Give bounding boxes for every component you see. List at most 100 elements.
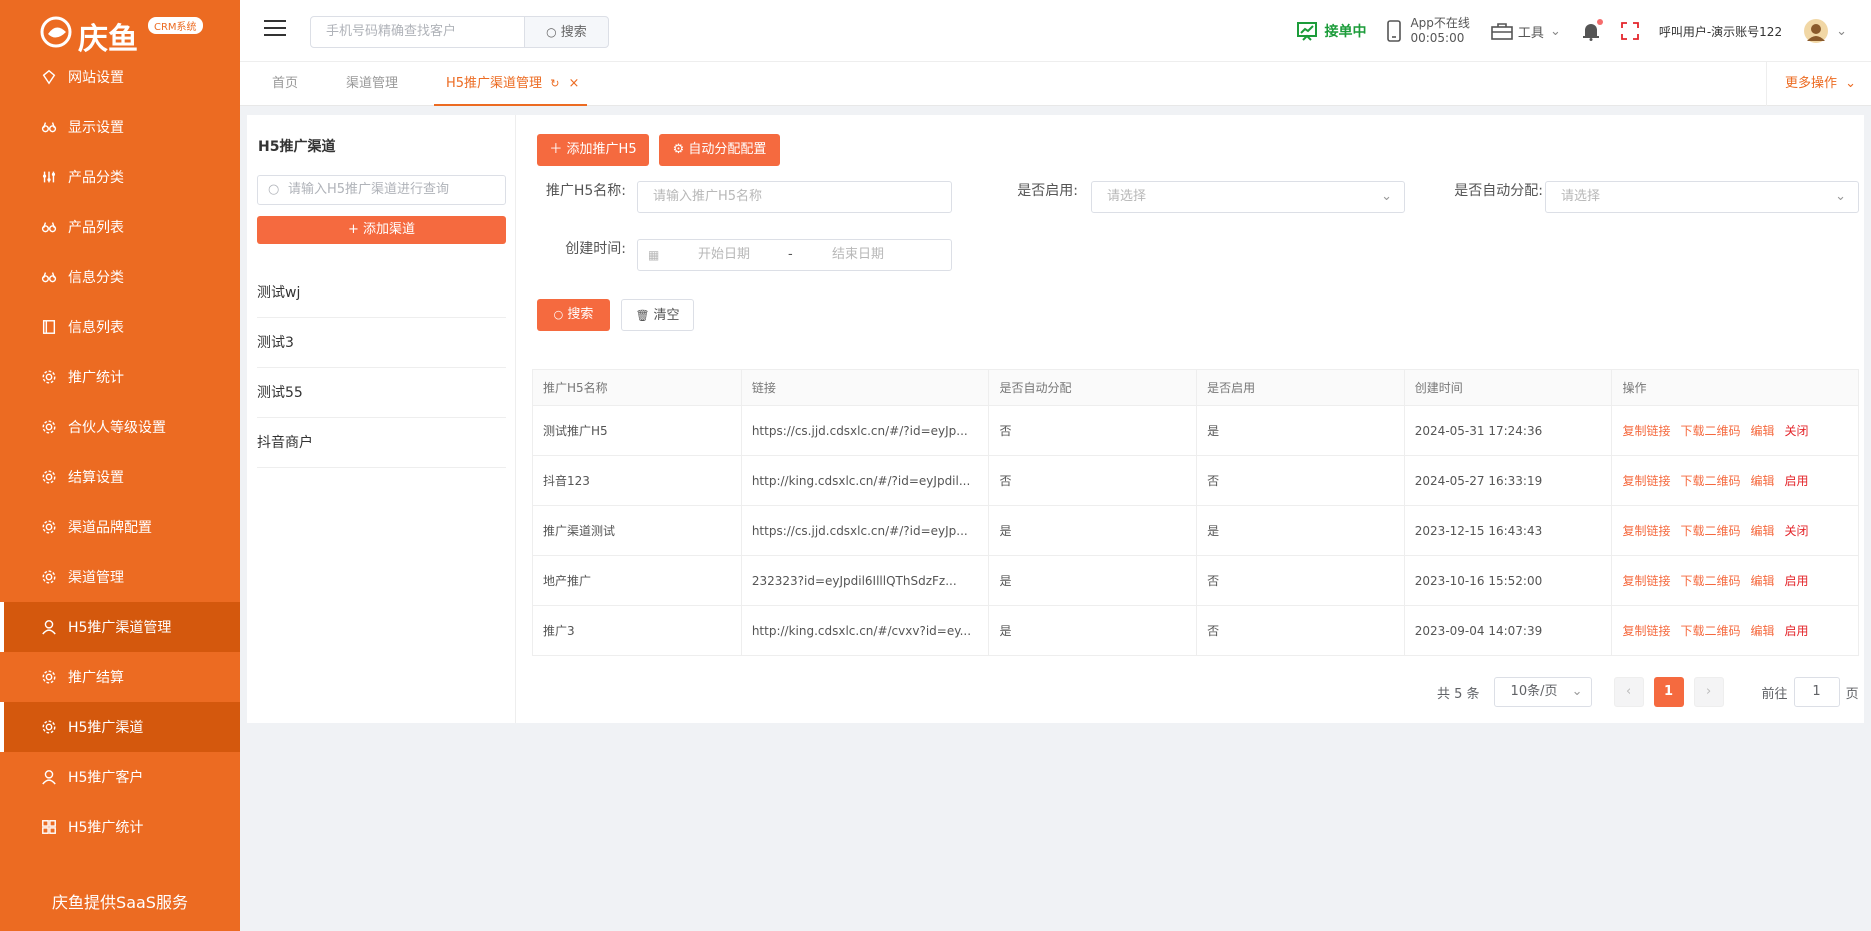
add-channel-button[interactable]: + 添加渠道 (257, 216, 506, 244)
toggle-status-button[interactable]: 启用 (1785, 474, 1809, 488)
sidebar-item[interactable]: 信息列表 (0, 302, 240, 352)
cell-created: 2023-12-15 16:43:43 (1403, 505, 1613, 556)
grid-icon (40, 818, 58, 836)
tab-h5-channel-management[interactable]: H5推广渠道管理 ↻ × (434, 62, 588, 106)
edit-button[interactable]: 编辑 (1750, 474, 1774, 488)
sidebar-item[interactable]: 网站设置 (0, 52, 240, 102)
next-page-button[interactable]: › (1693, 677, 1724, 707)
more-operations-dropdown[interactable]: 更多操作 ⌄ (1766, 62, 1871, 106)
sidebar-item-label: H5推广客户 (68, 770, 144, 786)
sidebar-item[interactable]: 产品分类 (0, 152, 240, 202)
sidebar-item-label: 合伙人等级设置 (68, 420, 166, 436)
notification-bell[interactable] (1581, 19, 1603, 41)
sidebar-item[interactable]: 渠道品牌配置 (0, 502, 240, 552)
sidebar-item[interactable]: 推广统计 (0, 352, 240, 402)
download-qr-button[interactable]: 下载二维码 (1680, 624, 1740, 638)
page-tabs: 首页 渠道管理 H5推广渠道管理 ↻ × 更多操作 ⌄ (240, 62, 1871, 106)
sidebar-item[interactable]: H5推广统计 (0, 802, 240, 852)
toggle-status-button[interactable]: 关闭 (1785, 424, 1809, 438)
channel-panel-title: H5推广渠道 (258, 139, 336, 155)
copy-link-button[interactable]: 复制链接 (1622, 524, 1670, 538)
toggle-status-button[interactable]: 启用 (1785, 624, 1809, 638)
channel-list-item[interactable]: 抖音商户 (257, 418, 506, 468)
sidebar-item[interactable]: H5推广渠道 (0, 702, 240, 752)
sidebar-item-label: 渠道管理 (68, 570, 124, 586)
add-h5-button[interactable]: ＋ 添加推广H5 (537, 134, 649, 166)
filter-search-button[interactable]: ○ 搜索 (537, 299, 610, 331)
tab-channel-management[interactable]: 渠道管理 (334, 62, 410, 106)
close-tab-icon[interactable]: × (569, 62, 580, 106)
date-range-picker[interactable]: ▦ 开始日期 - 结束日期 (637, 239, 952, 271)
toggle-status-button[interactable]: 启用 (1785, 574, 1809, 588)
auto-assign-config-button[interactable]: ⚙ 自动分配配置 (659, 134, 780, 166)
glasses-icon (40, 118, 58, 136)
sidebar-item-label: H5推广渠道 (68, 720, 144, 736)
sidebar-item[interactable]: 推广结算 (0, 652, 240, 702)
cell-name: 抖音123 (532, 455, 742, 506)
table-header-row: 推广H5名称 链接 是否自动分配 是否启用 创建时间 操作 (532, 369, 1859, 406)
download-qr-button[interactable]: 下载二维码 (1680, 474, 1740, 488)
sidebar-item[interactable]: H5推广渠道管理 (0, 602, 240, 652)
enabled-filter-select[interactable]: 请选择 ⌄ (1091, 181, 1405, 213)
sidebar-item-label: 推广结算 (68, 670, 124, 686)
sidebar-item-label: 产品分类 (68, 170, 124, 186)
enabled-filter-label: 是否启用: (1017, 183, 1078, 199)
edit-button[interactable]: 编辑 (1750, 624, 1774, 638)
copy-link-button[interactable]: 复制链接 (1622, 624, 1670, 638)
auto-filter-select[interactable]: 请选择 ⌄ (1545, 181, 1859, 213)
sidebar-item[interactable]: 合伙人等级设置 (0, 402, 240, 452)
cell-created: 2023-10-16 15:52:00 (1403, 555, 1613, 606)
download-qr-button[interactable]: 下载二维码 (1680, 574, 1740, 588)
app-status: App不在线 00:05:00 (1386, 16, 1470, 46)
fullscreen-button[interactable] (1620, 22, 1639, 40)
chevron-down-icon: ⌄ (1571, 684, 1583, 699)
edit-button[interactable]: 编辑 (1750, 524, 1774, 538)
header-search-button[interactable]: ○ 搜索 (524, 16, 609, 48)
column-header: 操作 (1611, 369, 1859, 406)
table-row: 测试推广H5 https://cs.jjd.cdsxlc.cn/#/?id=eyJ… (532, 405, 1859, 456)
user-menu[interactable]: 呼叫用户-演示账号122 ⌄ (1659, 19, 1847, 43)
gear-icon (40, 418, 58, 436)
cell-created: 2023-09-04 14:07:39 (1403, 605, 1613, 656)
tools-dropdown[interactable]: 工具 ⌄ (1490, 21, 1561, 41)
channel-list-item[interactable]: 测试wj (257, 268, 506, 318)
download-qr-button[interactable]: 下载二维码 (1680, 524, 1740, 538)
cell-link: http://king.cdsxlc.cn/#/cvxv?id=ey... (740, 605, 990, 656)
refresh-icon[interactable]: ↻ (550, 77, 559, 90)
channel-list-item[interactable]: 测试55 (257, 368, 506, 418)
sidebar-item-label: 网站设置 (68, 70, 124, 86)
receiving-status[interactable]: 接单中 (1296, 21, 1366, 41)
edit-button[interactable]: 编辑 (1750, 424, 1774, 438)
gear-icon (40, 668, 58, 686)
menu-toggle-icon[interactable] (264, 20, 286, 38)
copy-link-button[interactable]: 复制链接 (1622, 474, 1670, 488)
table-row: 地产推广 232323?id=eyJpdil6IlllQThSdzFz... 是否 2… (532, 555, 1859, 606)
filter-clear-button[interactable]: 🗑 清空 (621, 299, 694, 331)
prev-page-button[interactable]: ‹ (1613, 677, 1644, 707)
copy-link-button[interactable]: 复制链接 (1622, 424, 1670, 438)
gear-icon (40, 468, 58, 486)
customer-search-input[interactable]: 手机号码精确查找客户 (310, 16, 525, 48)
sidebar-item[interactable]: 结算设置 (0, 452, 240, 502)
name-filter-input[interactable]: 请输入推广H5名称 (637, 181, 952, 213)
sidebar-item[interactable]: 信息分类 (0, 252, 240, 302)
download-qr-button[interactable]: 下载二维码 (1680, 424, 1740, 438)
toggle-status-button[interactable]: 关闭 (1785, 524, 1809, 538)
toolbox-icon (1491, 23, 1513, 40)
gear-icon: ⚙ (672, 142, 685, 157)
goto-page-input[interactable]: 1 (1793, 677, 1840, 707)
sidebar-item[interactable]: H5推广客户 (0, 752, 240, 802)
sidebar-item[interactable]: 产品列表 (0, 202, 240, 252)
sidebar-item[interactable]: 显示设置 (0, 102, 240, 152)
cell-created: 2024-05-31 17:24:36 (1403, 405, 1613, 456)
edit-button[interactable]: 编辑 (1750, 574, 1774, 588)
channel-list-item[interactable]: 测试3 (257, 318, 506, 368)
current-page[interactable]: 1 (1653, 677, 1684, 707)
sidebar-item[interactable]: 渠道管理 (0, 552, 240, 602)
channel-search-input[interactable]: ○ 请输入H5推广渠道进行查询 (257, 175, 506, 205)
page-size-select[interactable]: 10条/页 ⌄ (1493, 677, 1592, 707)
copy-link-button[interactable]: 复制链接 (1622, 574, 1670, 588)
sidebar-item-label: 推广统计 (68, 370, 124, 386)
tab-home[interactable]: 首页 (260, 62, 310, 106)
pagination: 共 5 条 10条/页 ⌄ ‹ 1 › 前往 1 页 (1437, 677, 1859, 707)
